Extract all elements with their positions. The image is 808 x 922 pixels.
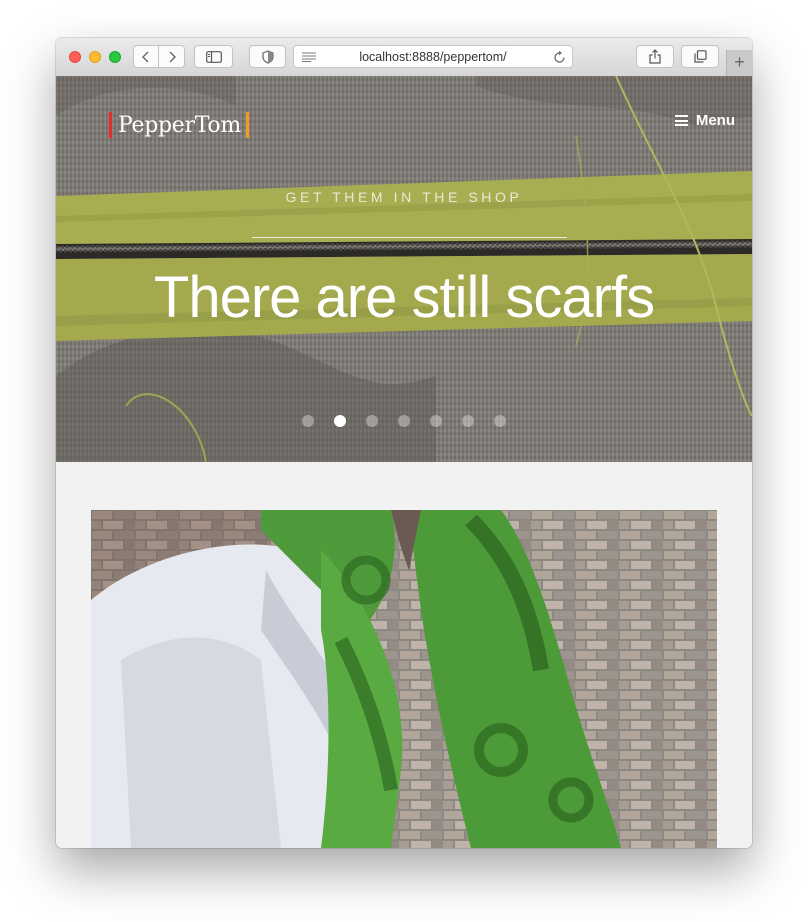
sidebar-button[interactable]: [194, 45, 233, 68]
sidebar-icon: [205, 50, 222, 63]
carousel-dot[interactable]: [462, 415, 474, 427]
forward-icon: [169, 51, 176, 62]
zoom-window-button[interactable]: [109, 51, 121, 63]
show-tabs-button[interactable]: [681, 45, 719, 68]
menu-label: Menu: [695, 112, 735, 129]
menu-button[interactable]: Menu: [674, 112, 735, 129]
hero-carousel: PepperTom Menu GET THEM IN THE SHOP Ther…: [56, 76, 752, 462]
close-window-button[interactable]: [69, 51, 81, 63]
carousel-dot[interactable]: [366, 415, 378, 427]
address-bar[interactable]: localhost:8888/peppertom/: [293, 45, 573, 68]
carousel-dot[interactable]: [430, 415, 442, 427]
browser-window: localhost:8888/peppertom/ + PepperTom Me…: [56, 38, 752, 848]
hero-headline: There are still scarfs: [153, 265, 655, 330]
carousel-pagination: [56, 415, 752, 427]
back-icon: [142, 51, 149, 62]
minimize-window-button[interactable]: [89, 51, 101, 63]
new-tab-button[interactable]: +: [726, 50, 752, 76]
forward-button[interactable]: [158, 45, 185, 68]
shield-icon: [261, 49, 274, 64]
scarf-image: [91, 510, 717, 848]
logo-bar-right: [245, 112, 249, 138]
back-button[interactable]: [133, 45, 159, 68]
logo-text: PepperTom: [118, 112, 241, 138]
carousel-dot[interactable]: [334, 415, 346, 427]
share-button[interactable]: [636, 45, 674, 68]
tabs-icon: [693, 50, 707, 63]
carousel-dot[interactable]: [302, 415, 314, 427]
share-icon: [649, 49, 661, 64]
url-text: localhost:8888/peppertom/: [359, 50, 507, 64]
hamburger-icon: [674, 115, 688, 126]
scarf-photo: [91, 510, 717, 848]
hero-divider: [252, 237, 567, 238]
site-logo[interactable]: PepperTom: [109, 112, 249, 138]
reload-icon[interactable]: [553, 50, 566, 64]
carousel-dot[interactable]: [398, 415, 410, 427]
browser-toolbar: localhost:8888/peppertom/ +: [56, 38, 752, 77]
carousel-dot[interactable]: [494, 415, 506, 427]
hero-eyebrow: GET THEM IN THE SHOP: [285, 189, 523, 205]
privacy-button[interactable]: [249, 45, 286, 68]
